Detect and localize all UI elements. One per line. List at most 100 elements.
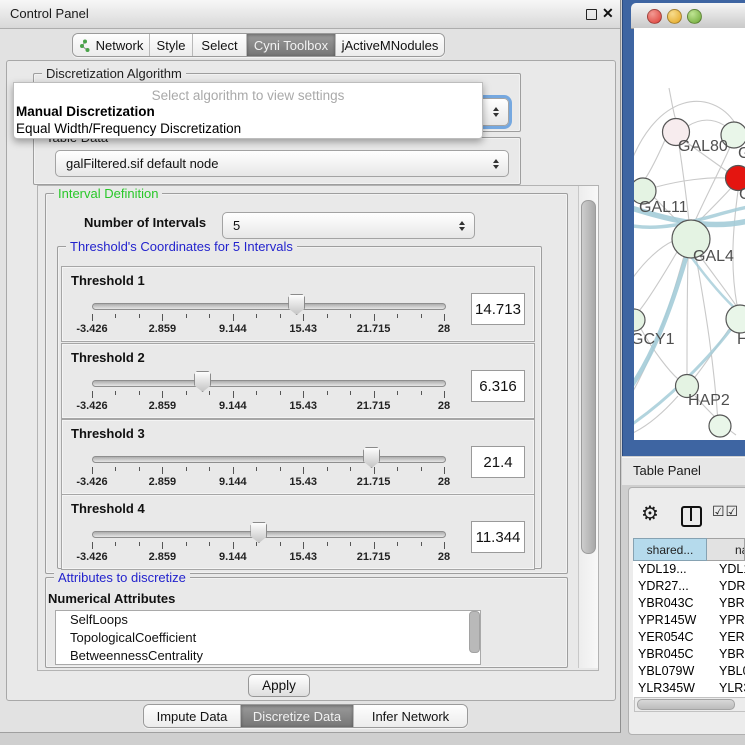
close-icon[interactable]: ✕	[602, 5, 614, 22]
numerical-attributes-list[interactable]: SelfLoopsTopologicalCoefficientBetweenne…	[55, 610, 481, 665]
node-partial-mid-right[interactable]	[726, 305, 745, 333]
attribute-item[interactable]: SelfLoops	[56, 611, 480, 629]
slider-tick	[233, 391, 234, 398]
node-label-gcy1: GCY1	[634, 331, 675, 348]
cell-name: YLR3	[710, 680, 745, 697]
tab-cyni-toolbox[interactable]: Cyni Toolbox	[246, 34, 335, 56]
attribute-item[interactable]: TopologicalCoefficient	[56, 629, 480, 647]
threshold-2-slider[interactable]: -3.4262.8599.14415.4321.71528	[92, 371, 444, 415]
slider-tick	[233, 542, 234, 549]
slider-tick	[421, 467, 422, 471]
slider-tick-label: -3.426	[76, 551, 107, 563]
tab-discretize-data[interactable]: Discretize Data	[240, 705, 353, 727]
column-header-shared-name[interactable]: shared...	[633, 538, 707, 561]
table-header-row: shared... na	[633, 538, 745, 561]
float-window-icon[interactable]	[586, 9, 597, 20]
column-header-name[interactable]: na	[707, 538, 745, 561]
cell-name: YER0	[710, 629, 745, 646]
threshold-3-panel: Threshold 3 -3.4262.8599.14415.4321.7152…	[61, 419, 535, 495]
threshold-2-value-field[interactable]: 6.316	[471, 370, 525, 402]
slider-tick	[209, 391, 210, 395]
minimize-traffic-light-icon[interactable]	[667, 9, 682, 24]
horizontal-scrollbar-thumb[interactable]	[637, 699, 735, 710]
threshold-1-slider[interactable]: -3.4262.8599.14415.4321.71528	[92, 294, 444, 338]
threshold-3-slider[interactable]: -3.4262.8599.14415.4321.71528	[92, 447, 444, 491]
table-row[interactable]: YBR043CYBR0	[633, 595, 745, 612]
slider-tick	[92, 391, 93, 398]
table-row[interactable]: YLR345WYLR3	[633, 680, 745, 697]
slider-ticks	[92, 314, 444, 322]
network-canvas[interactable]: GAL80 GA C GAL11 GAL4 GCY1 HA HAP2	[634, 28, 745, 440]
cell-shared-name: YPR145W	[633, 612, 710, 629]
dropdown-option-equal-width-frequency[interactable]: Equal Width/Frequency Discretization	[16, 121, 241, 136]
tab-style[interactable]: Style	[149, 34, 192, 56]
slider-track[interactable]	[92, 456, 446, 463]
slider-tick-label: 2.859	[149, 400, 177, 412]
dropdown-prompt: Select algorithm to view settings	[14, 88, 482, 103]
network-view-window: GAL80 GA C GAL11 GAL4 GCY1 HA HAP2	[622, 0, 745, 456]
threshold-1-value-field[interactable]: 14.713	[471, 293, 525, 325]
tab-infer-network[interactable]: Infer Network	[353, 705, 467, 727]
slider-thumb[interactable]	[250, 522, 267, 543]
vertical-scrollbar-thumb[interactable]	[581, 200, 596, 554]
slider-thumb[interactable]	[288, 294, 305, 315]
slider-tick	[327, 542, 328, 546]
slider-track[interactable]	[92, 380, 446, 387]
slider-thumb[interactable]	[363, 447, 380, 468]
node-label-partial-right: C	[739, 186, 745, 203]
tab-impute-data[interactable]: Impute Data	[144, 705, 240, 727]
attributes-group-title: Attributes to discretize	[54, 570, 190, 585]
slider-tick	[303, 542, 304, 549]
threshold-3-value-field[interactable]: 21.4	[471, 446, 525, 478]
threshold-4-panel: Threshold 4 -3.4262.8599.14415.4321.7152…	[61, 494, 535, 570]
tab-network[interactable]: Network	[73, 34, 149, 56]
slider-tick-label: 21.715	[357, 476, 391, 488]
tab-jactivemnodules[interactable]: jActiveMNodules	[335, 34, 444, 56]
slider-tick-label: 15.43	[289, 476, 317, 488]
control-panel-title: Control Panel	[10, 0, 89, 28]
slider-tick	[303, 467, 304, 474]
slider-tick-label: 9.144	[219, 551, 247, 563]
close-traffic-light-icon[interactable]	[647, 9, 662, 24]
slider-thumb[interactable]	[194, 371, 211, 392]
column-split-icon[interactable]	[681, 506, 702, 527]
node-bottom-partial[interactable]	[709, 415, 731, 437]
slider-tick	[92, 314, 93, 321]
slider-track[interactable]	[92, 531, 446, 538]
table-row[interactable]: YER054CYER0	[633, 629, 745, 646]
tab-select-label: Select	[201, 38, 237, 53]
cell-shared-name: YBR045C	[633, 646, 710, 663]
attributes-list-scrollbar-thumb[interactable]	[469, 611, 480, 653]
cell-shared-name: YDR27...	[633, 578, 710, 595]
table-row[interactable]: YDL19...YDL1	[633, 561, 745, 578]
threshold-4-value-field[interactable]: 11.344	[471, 521, 525, 553]
tab-select[interactable]: Select	[192, 34, 246, 56]
number-of-intervals-label: Number of Intervals	[84, 215, 206, 230]
slider-tick-label: 28	[438, 551, 450, 563]
table-row[interactable]: YPR145WYPR1	[633, 612, 745, 629]
table-row[interactable]: YBL079WYBL0	[633, 663, 745, 680]
zoom-traffic-light-icon[interactable]	[687, 9, 702, 24]
node-label-gal4: GAL4	[693, 248, 734, 265]
table-data-combobox[interactable]: galFiltered.sif default node	[55, 150, 509, 177]
slider-tick-label: 9.144	[219, 323, 247, 335]
threshold-4-slider[interactable]: -3.4262.8599.14415.4321.71528	[92, 522, 444, 566]
dropdown-option-manual-discretization[interactable]: Manual Discretization	[16, 104, 155, 119]
table-row[interactable]: YBR045CYBR0	[633, 646, 745, 663]
table-panel-titlebar: Table Panel	[622, 457, 745, 485]
apply-button[interactable]: Apply	[248, 674, 310, 697]
tab-cyni-toolbox-label: Cyni Toolbox	[254, 38, 328, 53]
bottom-tab-bar: Impute Data Discretize Data Infer Networ…	[143, 704, 468, 728]
slider-tick	[421, 391, 422, 395]
cell-name: YDL1	[710, 561, 745, 578]
slider-tick	[421, 314, 422, 318]
slider-tick	[162, 542, 163, 549]
table-row[interactable]: YDR27...YDR2	[633, 578, 745, 595]
checkbox-checked-icons[interactable]: ☑☑	[712, 503, 739, 520]
gear-icon[interactable]: ⚙	[641, 503, 659, 525]
number-of-intervals-combobox[interactable]: 5	[222, 212, 475, 239]
attribute-item[interactable]: BetweennessCentrality	[56, 647, 480, 665]
node-gcy1[interactable]	[634, 309, 645, 331]
threshold-1-panel: Threshold 1 -3.4262.8599.14415.4321.7152…	[61, 266, 535, 342]
slider-track[interactable]	[92, 303, 446, 310]
